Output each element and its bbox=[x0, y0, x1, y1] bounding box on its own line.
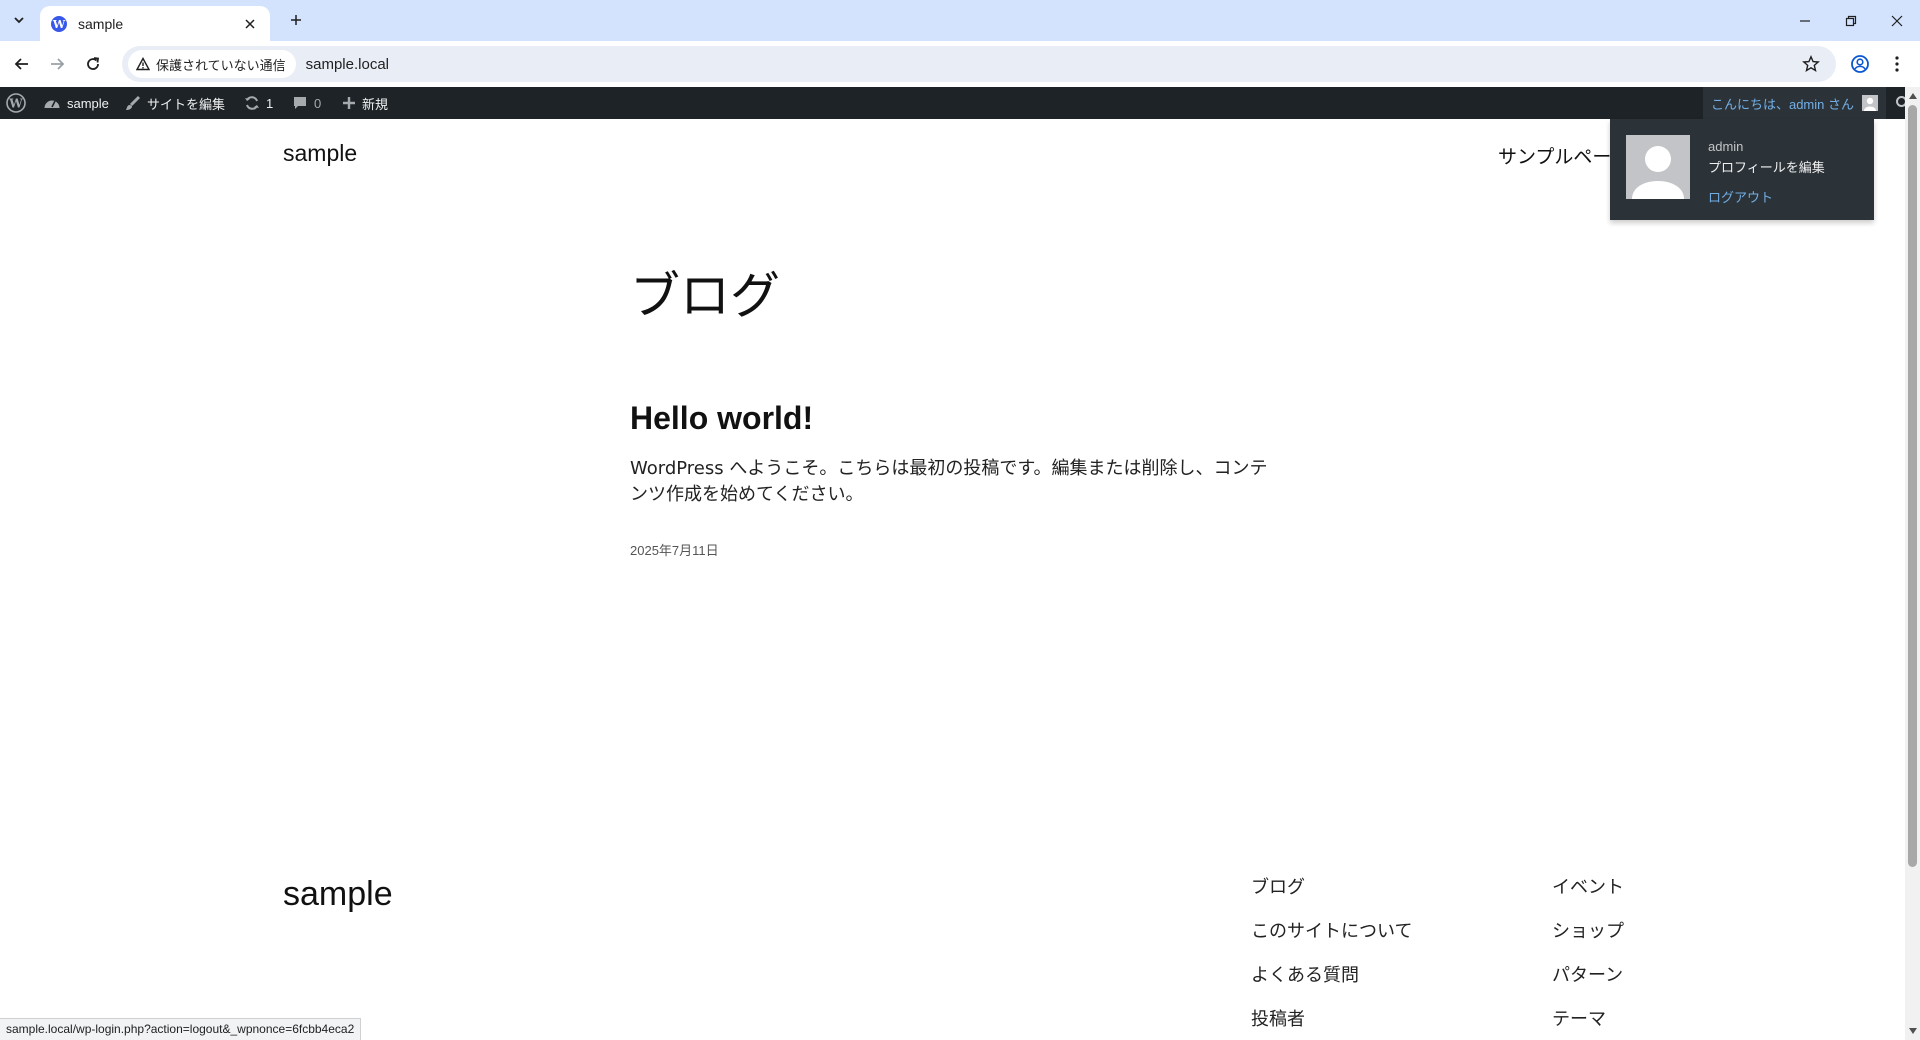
footer-link-blog[interactable]: ブログ bbox=[1251, 875, 1412, 919]
wp-logo-button[interactable]: W bbox=[6, 87, 32, 119]
security-indicator[interactable]: 保護されていない通信 bbox=[128, 50, 296, 78]
plus-icon bbox=[343, 97, 355, 109]
footer-link-faq[interactable]: よくある質問 bbox=[1251, 963, 1412, 1007]
footer-link-patterns[interactable]: パターン bbox=[1552, 963, 1624, 1007]
tab-search-button[interactable] bbox=[6, 8, 32, 32]
forward-button[interactable] bbox=[42, 49, 72, 79]
warning-icon bbox=[136, 57, 150, 71]
wordpress-logo-icon: W bbox=[6, 93, 26, 113]
more-vert-icon bbox=[1895, 56, 1899, 72]
post-date: 2025年7月11日 bbox=[630, 543, 719, 558]
address-bar[interactable]: 保護されていない通信 sample.local bbox=[122, 46, 1836, 82]
footer-link-about[interactable]: このサイトについて bbox=[1251, 919, 1412, 963]
browser-tab-strip: W sample bbox=[0, 0, 1920, 41]
scroll-down-arrow[interactable] bbox=[1908, 1026, 1917, 1036]
svg-text:W: W bbox=[8, 97, 23, 111]
footer-link-shop[interactable]: ショップ bbox=[1552, 919, 1624, 963]
post-excerpt: WordPress へようこそ。こちらは最初の投稿です。編集または削除し、コンテ… bbox=[630, 458, 1268, 505]
security-label: 保護されていない通信 bbox=[156, 57, 286, 73]
updates-count: 1 bbox=[266, 95, 274, 111]
forward-arrow-icon bbox=[51, 58, 65, 70]
svg-text:W: W bbox=[52, 18, 66, 31]
profile-button[interactable] bbox=[1845, 49, 1875, 79]
star-icon bbox=[1802, 55, 1820, 72]
post-title[interactable]: Hello world! bbox=[630, 400, 813, 437]
back-button[interactable] bbox=[7, 49, 37, 79]
adminbar-updates[interactable]: 1 bbox=[244, 87, 273, 119]
triangle-up-icon bbox=[1908, 93, 1917, 99]
footer-link-themes[interactable]: テーマ bbox=[1552, 1007, 1624, 1040]
comments-count: 0 bbox=[314, 95, 322, 111]
brush-icon bbox=[126, 95, 141, 110]
greeting-text: こんにちは、admin さん bbox=[1710, 96, 1854, 112]
browser-tab[interactable]: W sample bbox=[40, 6, 270, 41]
adminbar-comments[interactable]: 0 bbox=[292, 87, 321, 119]
logout-link[interactable]: ログアウト bbox=[1708, 187, 1773, 206]
wp-admin-bar: W sample サイトを編集 1 0 新規 こんにちは、admin さん bbox=[0, 87, 1920, 119]
scroll-up-arrow[interactable] bbox=[1908, 91, 1917, 101]
page-scrollbar[interactable] bbox=[1905, 87, 1920, 1040]
close-icon bbox=[245, 18, 255, 29]
adminbar-my-account[interactable]: こんにちは、admin さん bbox=[1702, 87, 1886, 119]
edit-profile-link[interactable]: プロフィールを編集 bbox=[1708, 157, 1825, 176]
tab-close-button[interactable] bbox=[240, 14, 260, 34]
close-icon bbox=[1891, 15, 1903, 26]
url-text: sample.local bbox=[305, 55, 389, 73]
footer-nav-col-1: ブログ このサイトについて よくある質問 投稿者 bbox=[1251, 875, 1412, 1040]
close-window-button[interactable] bbox=[1874, 0, 1920, 41]
profile-icon bbox=[1851, 55, 1869, 73]
browser-toolbar: 保護されていない通信 sample.local bbox=[0, 41, 1920, 87]
site-name-label: sample bbox=[67, 95, 109, 111]
avatar bbox=[1862, 95, 1878, 111]
plus-icon bbox=[291, 15, 301, 25]
footer-link-events[interactable]: イベント bbox=[1552, 875, 1624, 919]
adminbar-new-content[interactable]: 新規 bbox=[342, 87, 388, 119]
adminbar-site-name[interactable]: sample bbox=[43, 87, 109, 119]
minimize-button[interactable] bbox=[1782, 0, 1828, 41]
account-dropdown: admin プロフィールを編集 ログアウト bbox=[1610, 119, 1874, 220]
footer-link-authors[interactable]: 投稿者 bbox=[1251, 1007, 1412, 1040]
dashboard-icon bbox=[44, 100, 60, 108]
updates-icon bbox=[245, 96, 259, 110]
back-arrow-icon bbox=[14, 58, 28, 70]
wordpress-icon: W bbox=[51, 15, 67, 32]
reload-button[interactable] bbox=[78, 49, 108, 79]
browser-menu-button[interactable] bbox=[1882, 49, 1912, 79]
scrollbar-thumb[interactable] bbox=[1908, 105, 1917, 867]
chevron-down-icon bbox=[14, 17, 24, 24]
comment-icon bbox=[294, 97, 306, 109]
triangle-down-icon bbox=[1908, 1028, 1917, 1034]
new-label: 新規 bbox=[362, 96, 389, 112]
footer-nav-col-2: イベント ショップ パターン テーマ bbox=[1552, 875, 1624, 1040]
restore-icon bbox=[1845, 15, 1857, 26]
tab-title: sample bbox=[78, 15, 124, 32]
adminbar-edit-site[interactable]: サイトを編集 bbox=[125, 87, 225, 119]
page-title: ブログ bbox=[630, 267, 780, 325]
status-bar-url: sample.local/wp-login.php?action=logout&… bbox=[0, 1018, 362, 1040]
bookmark-button[interactable] bbox=[1802, 55, 1820, 77]
minimize-icon bbox=[1800, 19, 1810, 22]
restore-button[interactable] bbox=[1828, 0, 1874, 41]
reload-icon bbox=[87, 57, 100, 70]
new-tab-button[interactable] bbox=[282, 8, 310, 32]
account-username[interactable]: admin bbox=[1708, 139, 1743, 154]
edit-site-label: サイトを編集 bbox=[147, 96, 226, 112]
footer-site-title[interactable]: sample bbox=[283, 875, 393, 914]
site-title[interactable]: sample bbox=[283, 140, 357, 167]
avatar[interactable] bbox=[1626, 135, 1690, 199]
